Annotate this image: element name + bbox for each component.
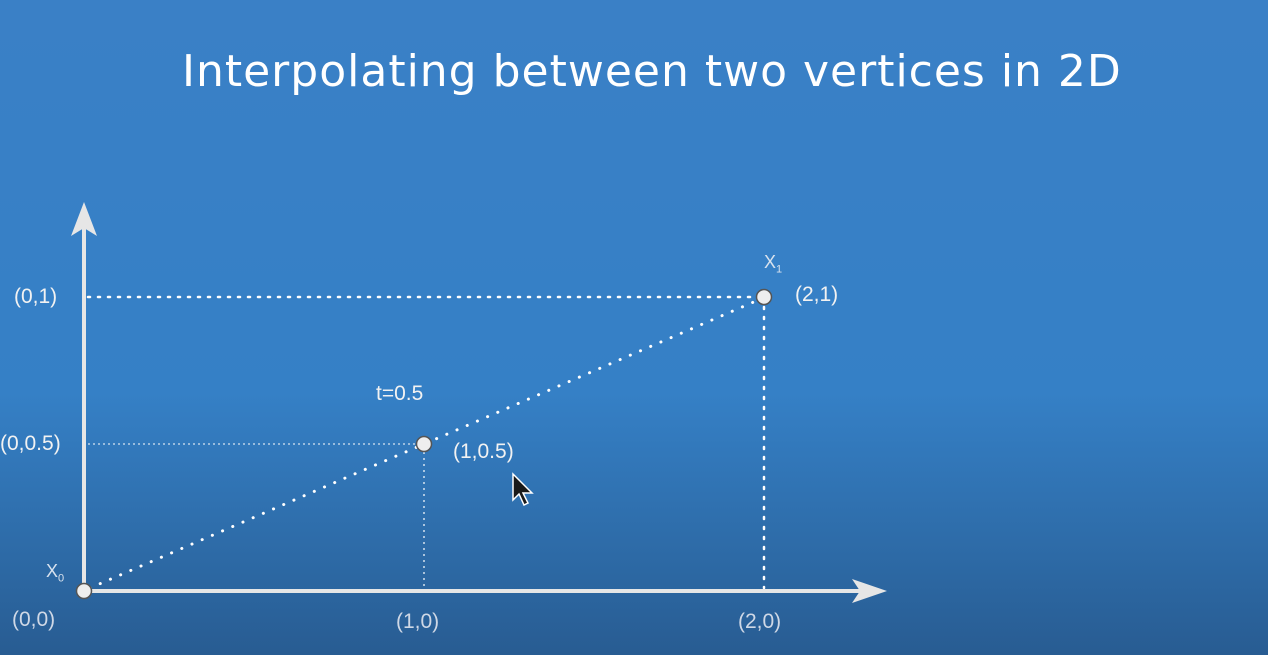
midpoint-label: (1,0.5) [453,440,514,463]
y-tick-label-1: (0,1) [14,285,58,308]
vertex-x0 [75,582,93,600]
interpolated-point [415,435,433,453]
diagram [71,202,887,603]
x0-vertex-label: X0 [46,561,65,585]
x-tick-label-1: (1,0) [396,610,440,633]
t-value-label: t=0.5 [376,382,424,405]
x-tick-label-2: (2,0) [738,610,782,633]
x-tick-label-0: (0,0) [12,608,56,631]
y-tick-label-0.5: (0,0.5) [0,432,61,455]
vertex-x1 [755,288,773,306]
arrow-cursor-icon[interactable] [510,472,538,510]
x1-vertex-label: X1 [764,252,783,276]
x1-coord-label: (2,1) [795,283,839,306]
